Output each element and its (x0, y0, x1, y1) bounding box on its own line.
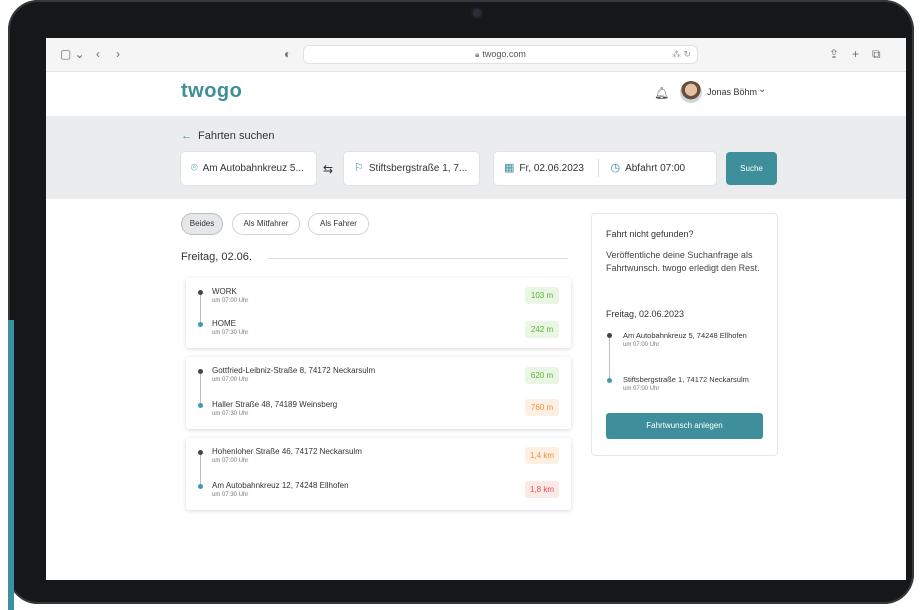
day-header: Freitag, 02.06. (181, 251, 252, 263)
to-field[interactable]: ⚐ Stiftsbergstraße 1, 7... (344, 152, 479, 185)
distance-badge: 1,4 km (525, 447, 559, 464)
calendar-icon: ▦ (504, 162, 515, 174)
location-pin-icon: ⌾ (191, 162, 198, 174)
forward-arrow-icon[interactable]: › (116, 47, 120, 61)
back-arrow-icon[interactable]: ‹ (96, 47, 100, 61)
time-field[interactable]: ◷ Abfahrt 07:00 (610, 162, 686, 174)
flag-icon: ⚐ (354, 162, 364, 174)
user-name[interactable]: Jonas Böhm (707, 87, 757, 97)
stop-to: HOME um 07:30 Uhr (212, 319, 248, 336)
stop-time: um 07:00 Uhr (212, 458, 249, 464)
url-text: twogo.com (482, 49, 526, 59)
ride-card[interactable]: Hohenloher Straße 46, 74172 Neckarsulm u… (186, 438, 571, 510)
start-dot (198, 450, 203, 455)
back-link[interactable]: ← Fahrten suchen (181, 130, 274, 142)
browser-toolbar: ▢ ⌄ ‹ › ◐ 🔒︎ twogo.com ⁂ ↻ ⇪ + ⧉ (46, 38, 906, 72)
stop-from: Am Autobahnkreuz 5, 74248 Ellhofen um 07… (623, 331, 763, 350)
share-icon[interactable]: ⇪ (829, 47, 839, 61)
stop-to: Haller Straße 48, 74189 Weinsberg um 07:… (212, 400, 337, 417)
tablet-frame: ▢ ⌄ ‹ › ◐ 🔒︎ twogo.com ⁂ ↻ ⇪ + ⧉ twogo 🔔︎… (8, 0, 914, 610)
search-panel: ← Fahrten suchen ⌾ Am Autobahnkreuz 5... ⇆… (46, 116, 906, 199)
distance-badge: 760 m (525, 399, 559, 416)
start-dot (198, 290, 203, 295)
divider (268, 258, 568, 259)
panel-title: Fahrt nicht gefunden? (606, 229, 694, 239)
stop-time: um 07:30 Uhr (212, 330, 249, 336)
stop-address: WORK (212, 287, 237, 296)
ride-wish-panel: Fahrt nicht gefunden? Veröffentliche dei… (591, 213, 778, 456)
shield-icon[interactable]: ◐ (284, 47, 291, 61)
stop-time: um 07:00 Uhr (212, 377, 249, 383)
stop-from: WORK um 07:00 Uhr (212, 287, 248, 304)
reload-icon[interactable]: ↻ (683, 49, 691, 59)
stop-address: Am Autobahnkreuz 12, 74248 Ellhofen (212, 481, 349, 490)
stop-time: um 07:30 Uhr (212, 411, 249, 417)
stop-address: Hohenloher Straße 46, 74172 Neckarsulm (212, 447, 362, 456)
date-field[interactable]: ▦ Fr, 02.06.2023 (504, 162, 584, 174)
stop-time: um 07:00 Uhr (212, 298, 249, 304)
screen: ▢ ⌄ ‹ › ◐ 🔒︎ twogo.com ⁂ ↻ ⇪ + ⧉ twogo 🔔︎… (46, 38, 906, 580)
end-dot (198, 403, 203, 408)
search-button[interactable]: Suche (726, 152, 777, 185)
stop-time: um 07:00 Uhr (623, 386, 660, 392)
filter-beides[interactable]: Beides (181, 213, 223, 235)
create-ride-wish-button[interactable]: Fahrtwunsch anlegen (606, 413, 763, 439)
app-header: twogo 🔔︎ Jonas Böhm ⌄ (46, 72, 906, 116)
tabs-icon[interactable]: ⧉ (872, 47, 881, 61)
stop-to: Stiftsbergstraße 1, 74172 Neckarsulm um … (623, 375, 763, 394)
distance-badge: 620 m (525, 367, 559, 384)
plus-icon[interactable]: + (852, 47, 859, 61)
stop-from: Hohenloher Straße 46, 74172 Neckarsulm u… (212, 447, 362, 464)
address-bar[interactable]: 🔒︎ twogo.com ⁂ ↻ (303, 45, 698, 64)
date-time-field: ▦ Fr, 02.06.2023 ◷ Abfahrt 07:00 (494, 152, 716, 185)
sidebar-icon[interactable]: ▢ ⌄ (60, 47, 85, 61)
divider (597, 159, 599, 178)
panel-text: Veröffentliche deine Suchanfrage als Fah… (606, 250, 760, 273)
date-value: Fr, 02.06.2023 (519, 163, 584, 174)
end-dot (607, 378, 612, 383)
start-dot (198, 369, 203, 374)
stop-address: Stiftsbergstraße 1, 74172 Neckarsulm (623, 375, 749, 384)
translate-icon[interactable]: ⁂ (672, 49, 681, 59)
back-label: Fahrten suchen (198, 130, 275, 142)
stop-address: Am Autobahnkreuz 5, 74248 Ellhofen (623, 331, 747, 340)
avatar[interactable] (680, 81, 702, 103)
filter-mitfahrer[interactable]: Als Mitfahrer (232, 213, 300, 235)
arrow-left-icon: ← (181, 130, 192, 142)
from-value: Am Autobahnkreuz 5... (202, 163, 304, 174)
stop-from: Gottfried-Leibniz-Straße 8, 74172 Neckar… (212, 366, 375, 383)
to-value: Stiftsbergstraße 1, 7... (368, 163, 468, 174)
time-value: Abfahrt 07:00 (625, 163, 686, 174)
distance-badge: 242 m (525, 321, 559, 338)
ride-card[interactable]: WORK um 07:00 Uhr HOME um 07:30 Uhr 103 … (186, 278, 571, 348)
stop-address: HOME (212, 319, 236, 328)
bell-icon[interactable]: 🔔︎ (654, 86, 669, 100)
stop-address: Gottfried-Leibniz-Straße 8, 74172 Neckar… (212, 366, 376, 375)
logo[interactable]: twogo (181, 80, 242, 103)
stop-address: Haller Straße 48, 74189 Weinsberg (212, 400, 338, 409)
stop-to: Am Autobahnkreuz 12, 74248 Ellhofen um 0… (212, 481, 349, 498)
stop-time: um 07:30 Uhr (212, 492, 249, 498)
from-field[interactable]: ⌾ Am Autobahnkreuz 5... (181, 152, 316, 185)
panel-date: Freitag, 02.06.2023 (606, 309, 685, 319)
filter-fahrer[interactable]: Als Fahrer (308, 213, 369, 235)
start-dot (607, 333, 612, 338)
accent-bar (8, 320, 14, 610)
end-dot (198, 484, 203, 489)
camera-icon (473, 9, 481, 17)
end-dot (198, 322, 203, 327)
lock-icon: 🔒︎ (475, 50, 480, 59)
clock-icon: ◷ (610, 162, 621, 174)
ride-card[interactable]: Gottfried-Leibniz-Straße 8, 74172 Neckar… (186, 357, 571, 429)
stop-time: um 07:00 Uhr (623, 342, 660, 348)
distance-badge: 1,8 km (525, 481, 559, 498)
swap-icon[interactable]: ⇆ (323, 162, 333, 176)
chevron-down-icon[interactable]: ⌄ (758, 84, 766, 95)
distance-badge: 103 m (525, 287, 559, 304)
